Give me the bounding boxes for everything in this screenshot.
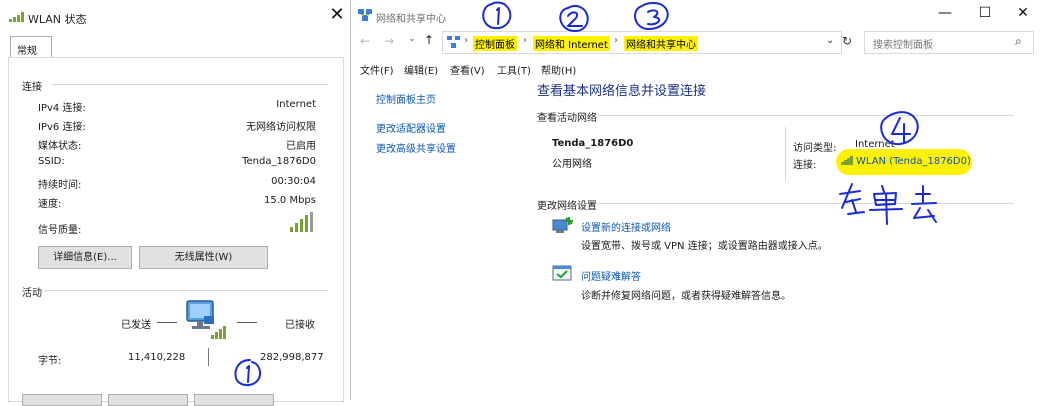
- sent-label: 已发送: [121, 320, 151, 331]
- annotation-circle-1: [234, 359, 261, 386]
- tab-general-label: 常规: [17, 46, 37, 57]
- network-sharing-center-window: 网络和共享中心 — ☐ ✕ ← → ⌄ ↑ › 控制面板 › 网络和 Inter…: [352, 0, 1042, 400]
- wlan-signal-icon: [9, 12, 25, 22]
- activity-section-title: 活动: [22, 288, 42, 299]
- disable-button[interactable]: [22, 394, 102, 406]
- ipv6-label: IPv6 连接:: [38, 122, 86, 133]
- details-button[interactable]: 详细信息(E)...: [38, 246, 132, 269]
- connection-divider: [52, 84, 328, 85]
- received-dash: [237, 322, 257, 323]
- ipv4-label: IPv4 连接:: [38, 103, 86, 114]
- media-state-value: 已启用: [286, 141, 316, 152]
- signal-quality-label: 信号质量:: [38, 225, 82, 236]
- speed-label: 速度:: [38, 199, 62, 210]
- ssid-label: SSID:: [38, 156, 65, 167]
- duration-label: 持续时间:: [38, 180, 82, 191]
- activity-divider: [44, 290, 328, 291]
- bytes-label: 字节:: [38, 356, 62, 367]
- speed-value: 15.0 Mbps: [264, 195, 316, 206]
- bytes-separator: [208, 348, 209, 366]
- close-icon[interactable]: ✕: [326, 4, 348, 26]
- annotation-circle-step-4: [880, 111, 919, 146]
- wireless-properties-button[interactable]: 无线属性(W): [139, 246, 268, 269]
- annotation-circle-step-1: [482, 1, 512, 30]
- bytes-received-value: 282,998,877: [260, 352, 324, 363]
- duration-value: 00:30:04: [271, 176, 316, 187]
- ipv6-value: 无网络访问权限: [246, 122, 316, 133]
- annotation-left-click: [839, 183, 937, 225]
- troubleshoot-icon: [552, 265, 572, 281]
- signal-quality-bars: [290, 212, 314, 232]
- ssid-value: Tenda_1876D0: [242, 156, 316, 167]
- dialog-button[interactable]: [194, 394, 274, 406]
- sent-dash: [157, 322, 177, 323]
- wlan-dialog-title: WLAN 状态: [28, 13, 87, 26]
- network-activity-icon: [186, 300, 226, 339]
- diagnose-button[interactable]: [108, 394, 188, 406]
- troubleshoot-desc: 诊断并修复网络问题，或者获得疑难解答信息。: [581, 291, 791, 302]
- annotation-circle-step-2: [559, 4, 589, 33]
- ipv4-value: Internet: [276, 99, 316, 110]
- tab-general[interactable]: 常规: [10, 36, 52, 58]
- received-label: 已接收: [285, 320, 315, 331]
- connection-section-title: 连接: [22, 82, 42, 93]
- annotation-circle-step-3: [634, 1, 669, 31]
- media-state-label: 媒体状态:: [38, 141, 82, 152]
- troubleshoot-link[interactable]: 问题疑难解答: [581, 268, 641, 283]
- wlan-status-dialog: WLAN 状态 ✕ 常规 连接 IPv4 连接: Internet IPv6 连…: [0, 0, 351, 406]
- handwritten-annotations: [482, 1, 937, 225]
- bytes-sent-value: 11,410,228: [128, 352, 186, 363]
- wlan-titlebar[interactable]: WLAN 状态 ✕: [0, 0, 350, 33]
